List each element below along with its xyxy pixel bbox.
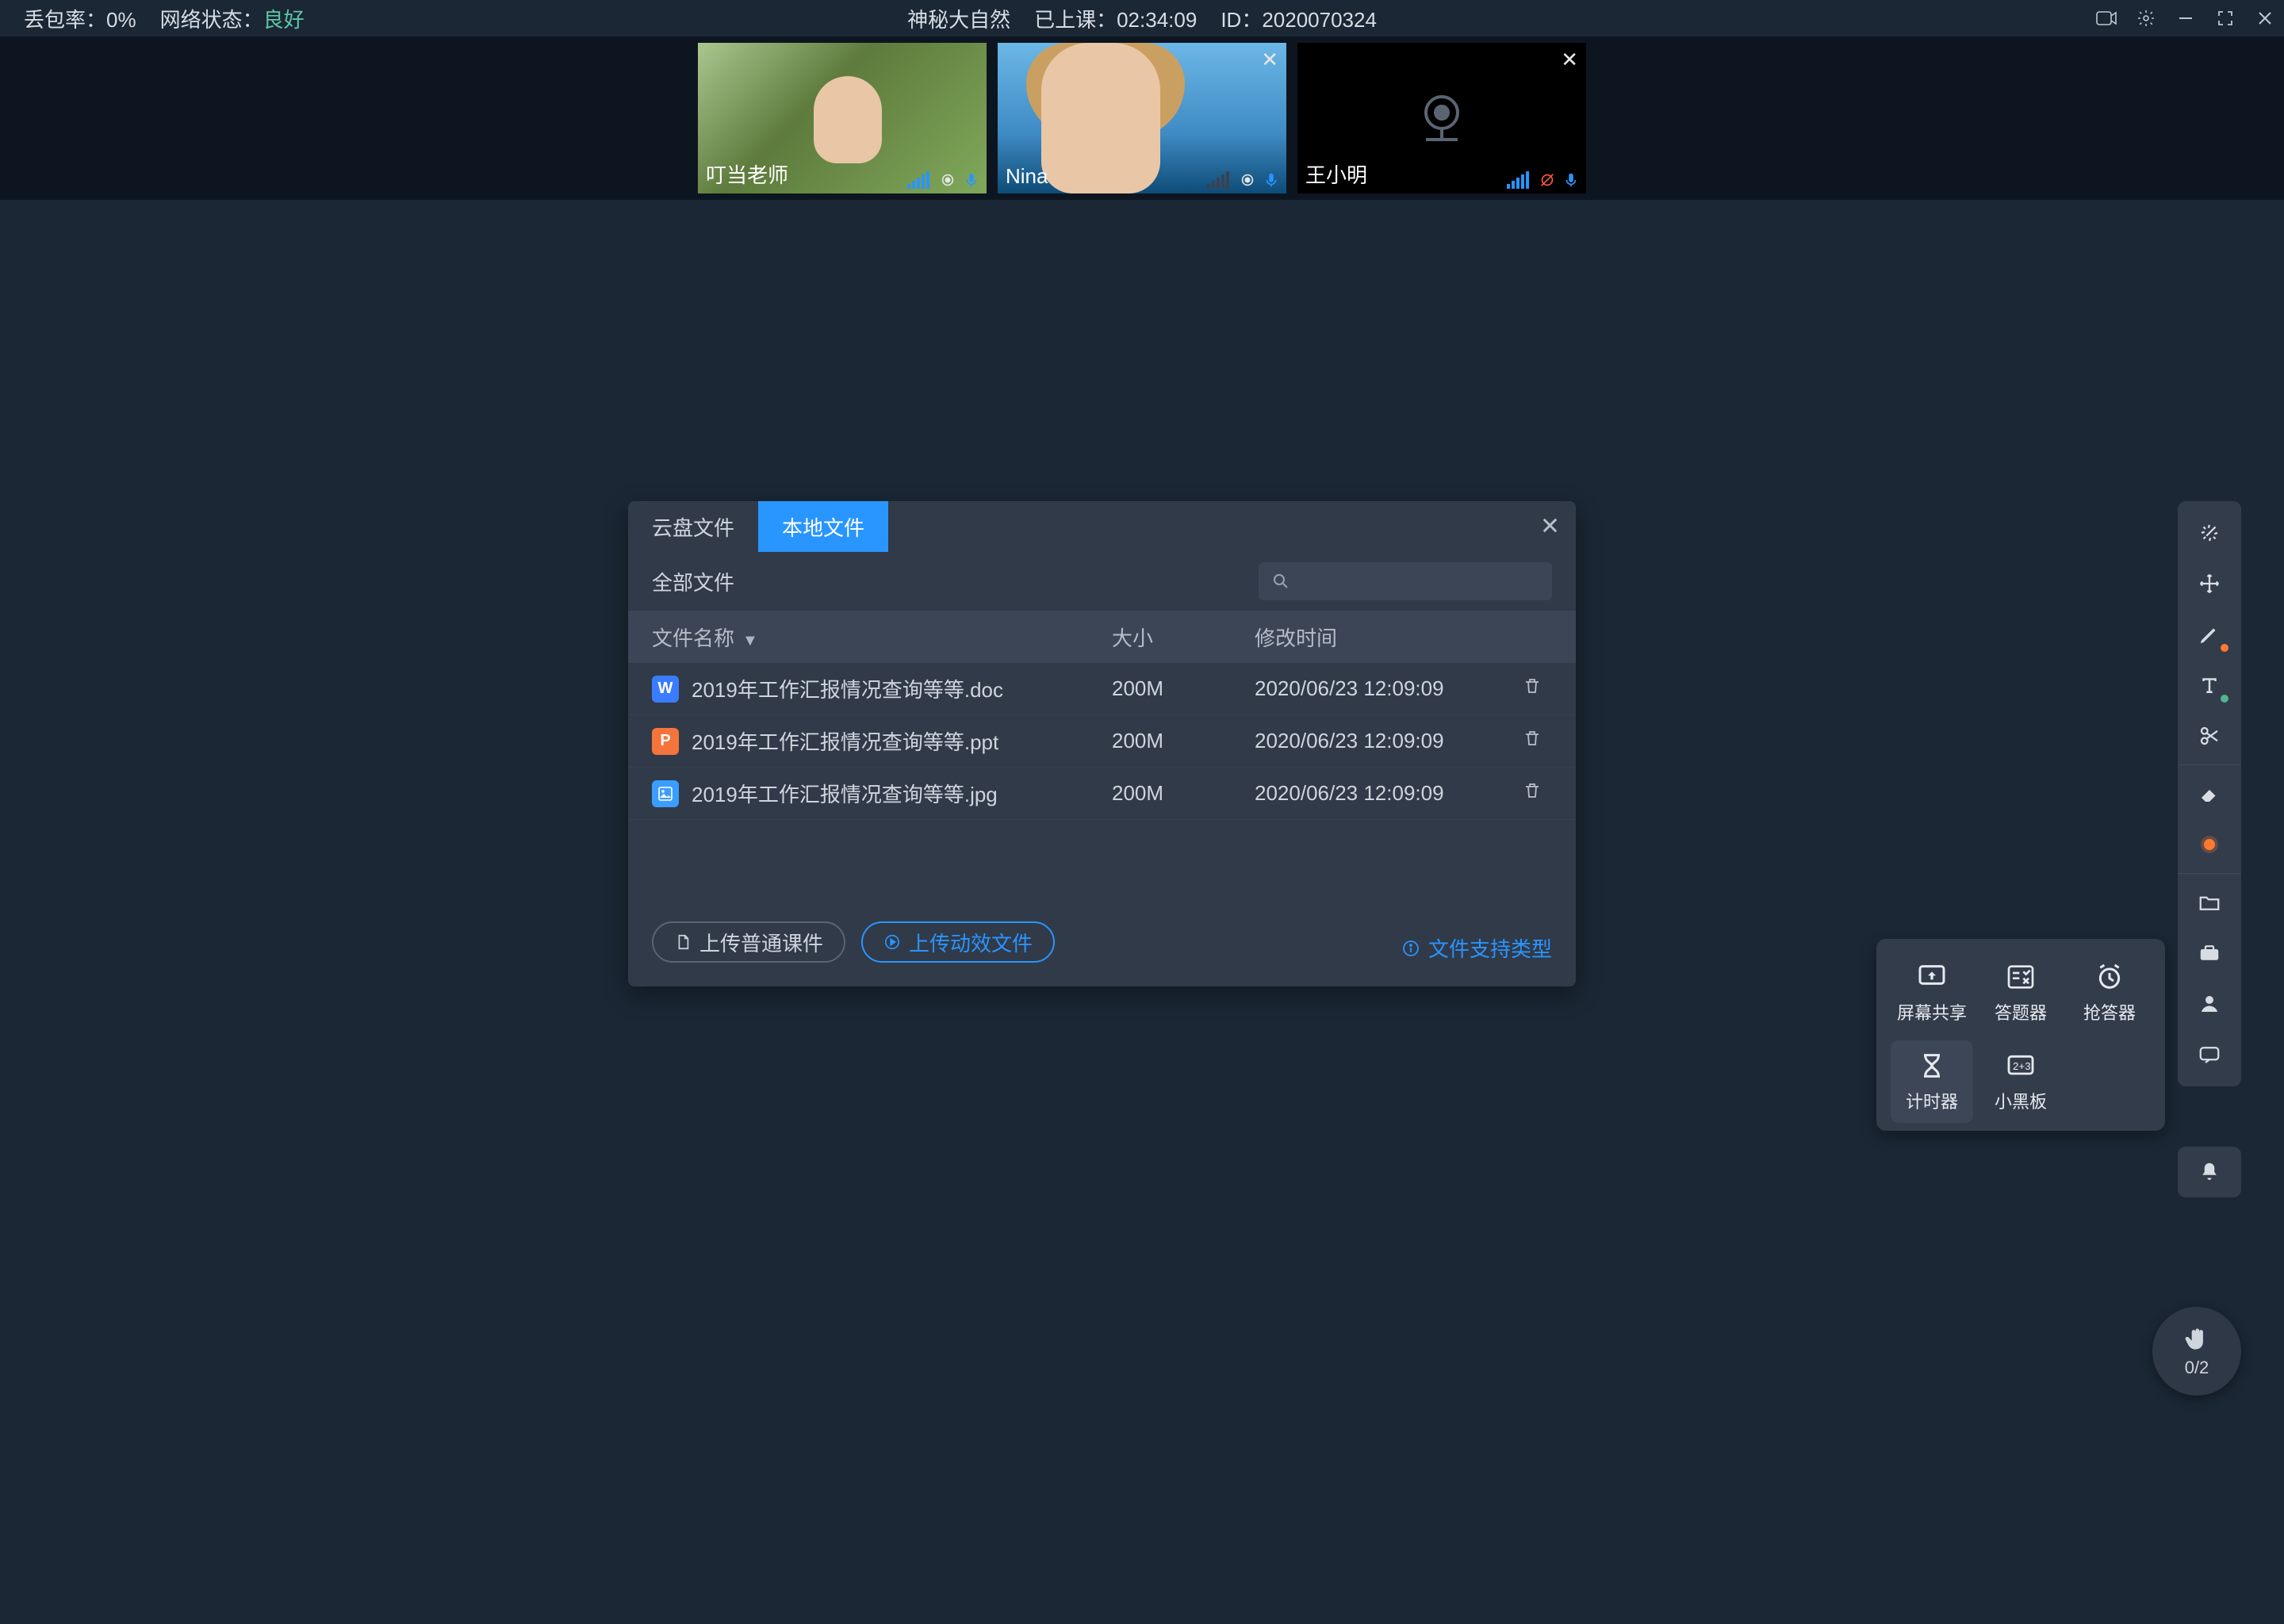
doc-file-icon: W <box>652 676 679 703</box>
top-status-bar: 丢包率：0% 网络状态：良好 神秘大自然 已上课：02:34:09 ID：202… <box>0 0 2284 36</box>
notification-bell-button[interactable] <box>2178 1147 2241 1197</box>
breadcrumb-all-files[interactable]: 全部文件 <box>652 567 734 596</box>
participant-name: Nina <box>1006 164 1048 189</box>
scissors-tool[interactable] <box>2184 710 2235 761</box>
toolbox-quiz[interactable]: 答题器 <box>1979 952 2062 1034</box>
file-dialog: 云盘文件 本地文件 ✕ 全部文件 文件名称▼ 大小 修改时间 W 2019年工作… <box>628 501 1576 986</box>
color-picker-tool[interactable] <box>2184 819 2235 870</box>
col-filename[interactable]: 文件名称▼ <box>652 622 1112 652</box>
svg-text:2+3: 2+3 <box>2013 1060 2031 1072</box>
delete-file-icon[interactable] <box>1493 729 1572 753</box>
minimize-icon[interactable] <box>2175 7 2197 29</box>
file-name: 2019年工作汇报情况查询等等.ppt <box>692 726 998 756</box>
search-icon <box>1271 572 1290 591</box>
hand-icon <box>2182 1324 2212 1354</box>
video-strip: 叮当老师 ✕ Nina ✕ 王小明 <box>0 36 2284 200</box>
file-mtime: 2020/06/23 12:09:09 <box>1255 676 1493 701</box>
delete-file-icon[interactable] <box>1493 676 1572 701</box>
toolbox-timer[interactable]: 计时器 <box>1891 1040 1973 1123</box>
right-toolbar <box>2178 501 2241 1086</box>
upload-normal-button[interactable]: 上传普通课件 <box>652 921 845 963</box>
video-tile-student-2[interactable]: ✕ 王小明 <box>1297 43 1586 193</box>
video-tile-teacher[interactable]: 叮当老师 <box>698 43 987 193</box>
toolbox-blackboard[interactable]: 2+3 小黑板 <box>1979 1040 2062 1123</box>
camera-icon <box>1239 171 1256 189</box>
participant-name: 王小明 <box>1305 159 1367 189</box>
camera-icon <box>939 171 956 189</box>
files-tool[interactable] <box>2184 877 2235 928</box>
toolbox-screen-share[interactable]: 屏幕共享 <box>1891 952 1973 1034</box>
search-input[interactable] <box>1259 562 1552 600</box>
file-mtime: 2020/06/23 12:09:09 <box>1255 729 1493 753</box>
move-tool[interactable] <box>2184 558 2235 609</box>
info-icon <box>1401 939 1420 958</box>
text-tool[interactable] <box>2184 660 2235 710</box>
fullscreen-icon[interactable] <box>2214 7 2236 29</box>
laser-pointer-tool[interactable] <box>2184 508 2235 558</box>
mic-icon <box>1562 171 1580 189</box>
toolbox-tool[interactable] <box>2184 928 2235 979</box>
file-size: 200M <box>1112 729 1255 753</box>
elapsed-time: 已上课：02:34:09 <box>1034 4 1197 33</box>
tab-local-files[interactable]: 本地文件 <box>758 501 888 552</box>
col-size[interactable]: 大小 <box>1112 622 1255 652</box>
file-name: 2019年工作汇报情况查询等等.doc <box>692 674 1003 703</box>
mic-icon <box>963 171 980 189</box>
network-status: 网络状态：良好 <box>160 4 305 33</box>
file-name: 2019年工作汇报情况查询等等.jpg <box>692 779 998 808</box>
close-dialog-icon[interactable]: ✕ <box>1540 513 1560 541</box>
room-id: ID：2020070324 <box>1221 4 1377 33</box>
packet-loss: 丢包率：0% <box>24 4 136 33</box>
toolbox-popup: 屏幕共享 答题器 抢答器 计时器 2+3 小黑板 <box>1876 939 2165 1131</box>
close-tile-icon[interactable]: ✕ <box>1261 48 1278 72</box>
image-file-icon <box>652 780 679 807</box>
close-tile-icon[interactable]: ✕ <box>1561 48 1578 72</box>
file-size: 200M <box>1112 781 1255 806</box>
chat-tool[interactable] <box>2184 1029 2235 1080</box>
file-row[interactable]: P 2019年工作汇报情况查询等等.ppt 200M 2020/06/23 12… <box>628 715 1576 768</box>
file-mtime: 2020/06/23 12:09:09 <box>1255 781 1493 806</box>
hand-raise-button[interactable]: 0/2 <box>2152 1307 2241 1396</box>
col-mtime[interactable]: 修改时间 <box>1255 622 1493 652</box>
camera-muted-icon <box>1539 171 1556 189</box>
participant-name: 叮当老师 <box>706 159 788 189</box>
toolbox-buzzer[interactable]: 抢答器 <box>2068 952 2151 1034</box>
file-size: 200M <box>1112 676 1255 701</box>
room-title: 神秘大自然 <box>907 4 1010 33</box>
supported-types-link[interactable]: 文件支持类型 <box>1401 933 1552 963</box>
hand-raise-count: 0/2 <box>2185 1358 2209 1378</box>
play-icon <box>883 933 901 951</box>
settings-icon[interactable] <box>2135 7 2157 29</box>
file-row[interactable]: 2019年工作汇报情况查询等等.jpg 200M 2020/06/23 12:0… <box>628 768 1576 820</box>
video-tile-student-1[interactable]: ✕ Nina <box>998 43 1286 193</box>
file-row[interactable]: W 2019年工作汇报情况查询等等.doc 200M 2020/06/23 12… <box>628 663 1576 715</box>
document-icon <box>674 933 692 951</box>
mic-icon <box>1263 171 1280 189</box>
file-table-header: 文件名称▼ 大小 修改时间 <box>628 611 1576 663</box>
roster-tool[interactable] <box>2184 979 2235 1029</box>
delete-file-icon[interactable] <box>1493 781 1572 806</box>
ppt-file-icon: P <box>652 728 679 755</box>
eraser-tool[interactable] <box>2184 768 2235 819</box>
record-icon[interactable] <box>2095 7 2117 29</box>
tab-cloud-files[interactable]: 云盘文件 <box>628 501 758 552</box>
pen-tool[interactable] <box>2184 609 2235 660</box>
upload-animated-button[interactable]: 上传动效文件 <box>861 921 1055 963</box>
close-window-icon[interactable] <box>2254 7 2276 29</box>
